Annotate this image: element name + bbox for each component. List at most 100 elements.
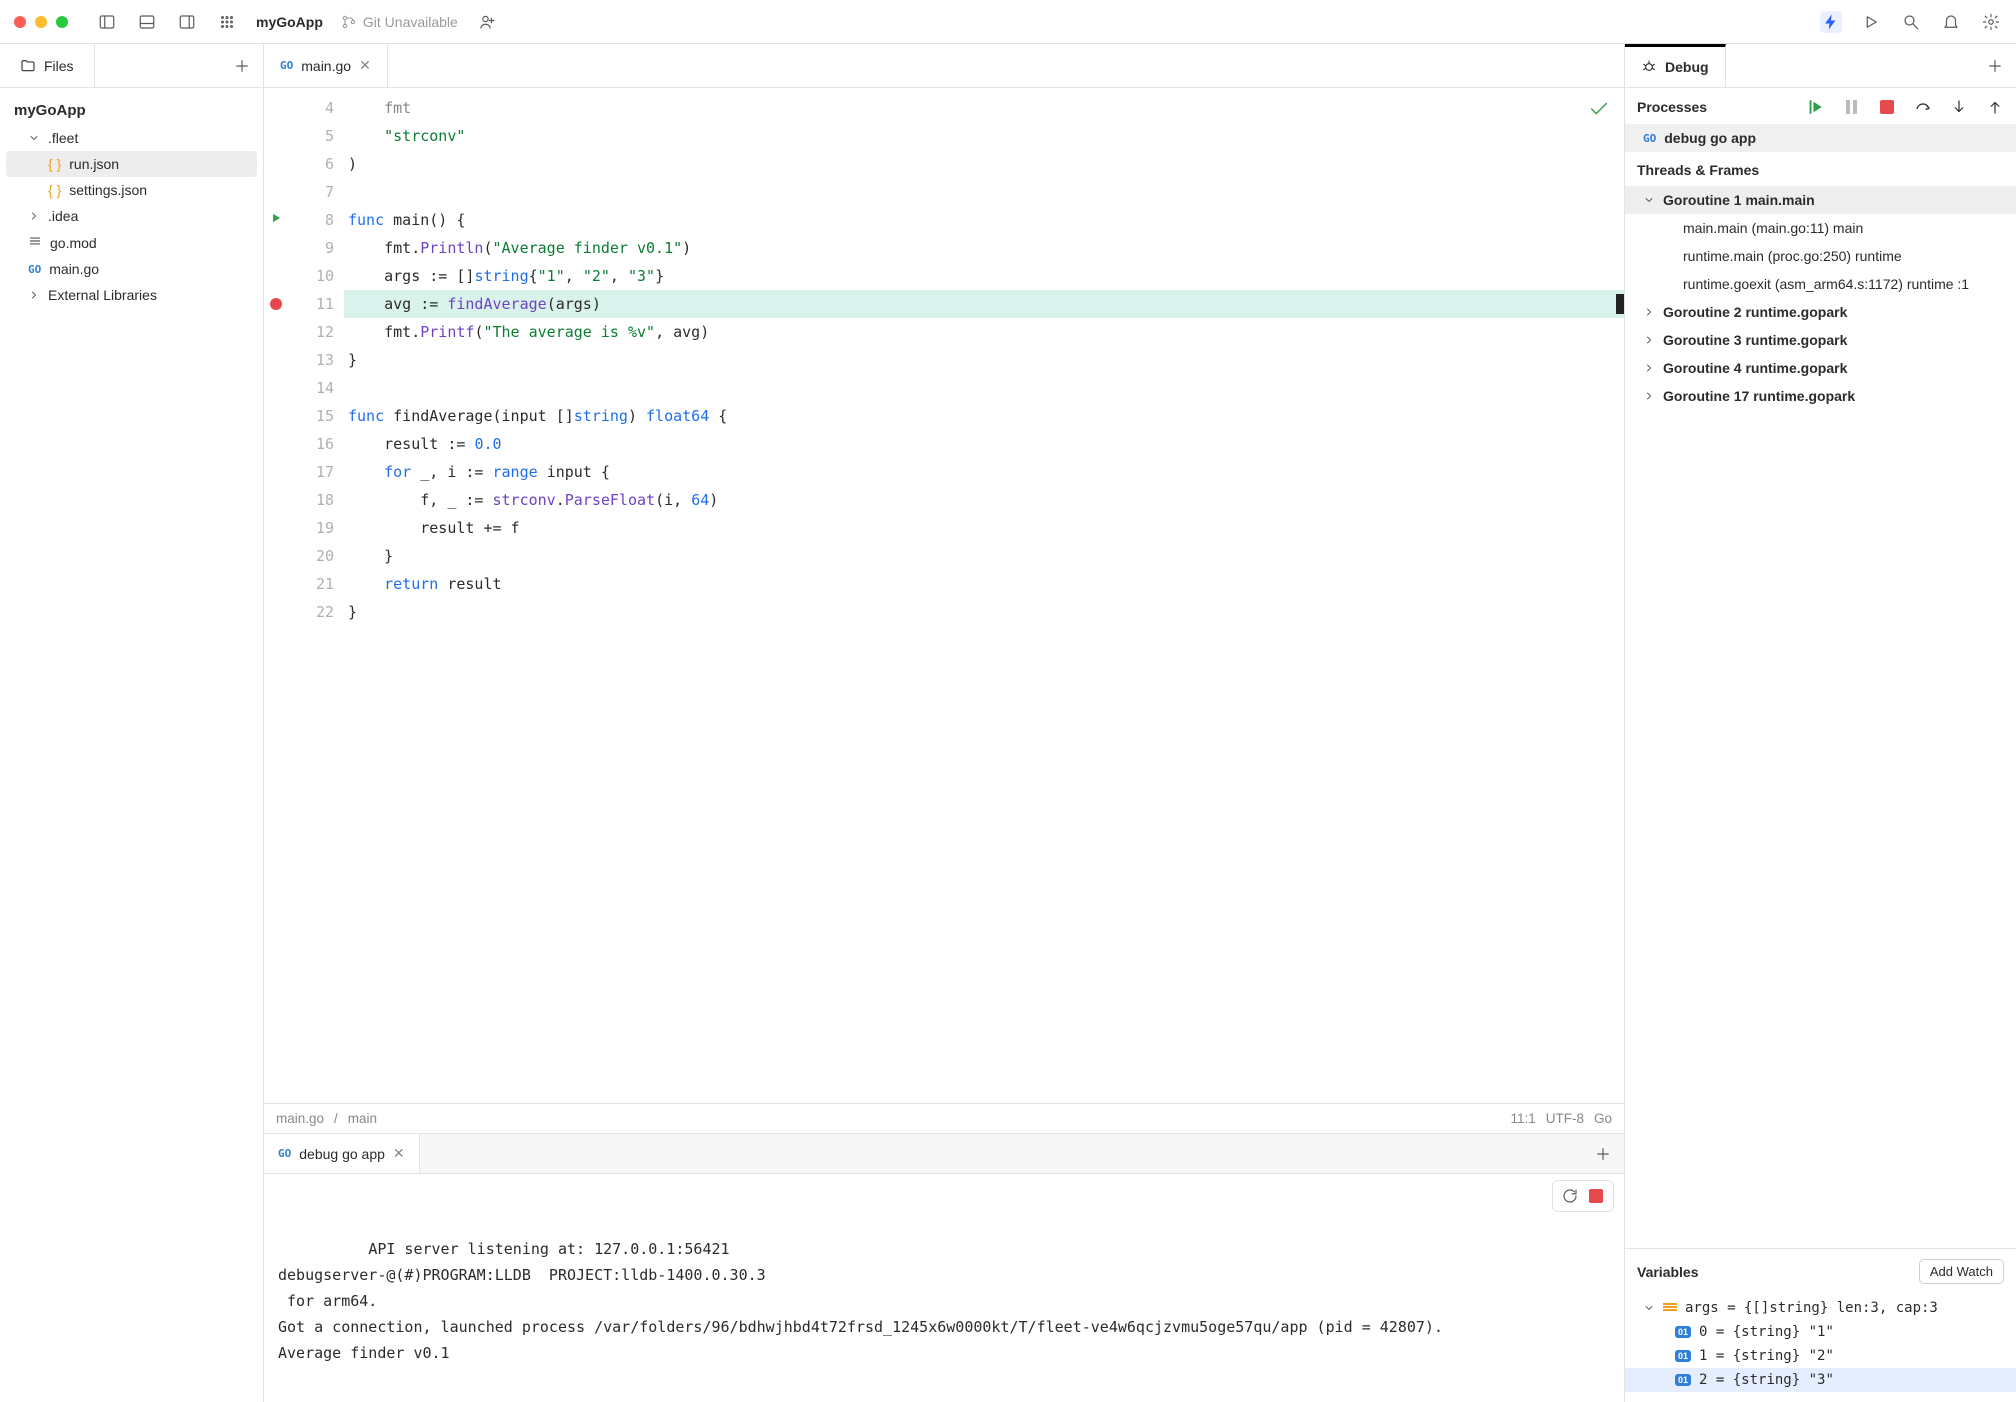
file-language[interactable]: Go (1594, 1111, 1612, 1126)
close-tab-icon[interactable]: ✕ (359, 57, 371, 74)
code-line-18[interactable]: f, _ := strconv.ParseFloat(i, 64) (344, 486, 1624, 514)
code-line-15[interactable]: func findAverage(input []string) float64… (344, 402, 1624, 430)
maximize-window-icon[interactable] (56, 16, 68, 28)
cursor-position[interactable]: 11:1 (1510, 1111, 1535, 1126)
code-line-17[interactable]: for _, i := range input { (344, 458, 1624, 486)
code-line-16[interactable]: result := 0.0 (344, 430, 1624, 458)
stack-frame[interactable]: runtime.goexit (asm_arm64.s:1172) runtim… (1625, 270, 2016, 298)
close-console-tab-icon[interactable]: ✕ (393, 1145, 405, 1162)
file-encoding[interactable]: UTF-8 (1546, 1111, 1584, 1126)
code-line-12[interactable]: fmt.Printf("The average is %v", avg) (344, 318, 1624, 346)
files-tab[interactable]: Files (0, 44, 95, 87)
code-line-10[interactable]: args := []string{"1", "2", "3"} (344, 262, 1624, 290)
goroutine-row[interactable]: Goroutine 17 runtime.gopark (1625, 382, 2016, 410)
breakpoint-icon[interactable] (270, 298, 282, 310)
chevron-down-icon (28, 132, 40, 144)
resume-icon[interactable] (1806, 98, 1824, 116)
add-tab-icon[interactable] (231, 55, 253, 77)
variable-item-0[interactable]: 010 = {string} "1" (1625, 1320, 2016, 1344)
stack-frame[interactable]: runtime.main (proc.go:250) runtime (1625, 242, 2016, 270)
step-over-icon[interactable] (1914, 98, 1932, 116)
chevron-down-icon (1643, 1302, 1655, 1314)
project-root[interactable]: myGoApp (6, 96, 257, 125)
add-debug-tab-icon[interactable] (1984, 55, 2006, 77)
breadcrumb-func[interactable]: main (348, 1111, 377, 1126)
string-type-icon: 01 (1675, 1326, 1691, 1338)
panel-bottom-icon[interactable] (136, 11, 158, 33)
console-tab-debug[interactable]: GO debug go app ✕ (264, 1134, 420, 1173)
chevron-right-icon (1643, 390, 1655, 402)
apps-grid-icon[interactable] (216, 11, 238, 33)
minimize-window-icon[interactable] (35, 16, 47, 28)
goroutine-row[interactable]: Goroutine 2 runtime.gopark (1625, 298, 2016, 326)
goroutine-row[interactable]: Goroutine 4 runtime.gopark (1625, 354, 2016, 382)
rerun-icon[interactable] (1559, 1185, 1581, 1207)
code-line-13[interactable]: } (344, 346, 1624, 374)
folder-icon (20, 58, 36, 74)
step-into-icon[interactable] (1950, 98, 1968, 116)
stop-icon[interactable] (1585, 1185, 1607, 1207)
add-console-tab-icon[interactable] (1592, 1143, 1614, 1165)
settings-icon[interactable] (1980, 11, 2002, 33)
chevron-right-icon (1643, 362, 1655, 374)
processes-heading: Processes (1637, 99, 1707, 115)
variables-heading: Variables (1637, 1264, 1699, 1280)
code-line-5[interactable]: "strconv" (344, 122, 1624, 150)
search-icon[interactable] (1900, 11, 1922, 33)
code-line-8[interactable]: func main() { (344, 206, 1624, 234)
tree-item-go-mod[interactable]: go.mod (6, 229, 257, 256)
pause-icon[interactable] (1842, 98, 1860, 116)
variable-item-2[interactable]: 012 = {string} "3" (1625, 1368, 2016, 1392)
add-watch-button[interactable]: Add Watch (1919, 1259, 2004, 1284)
git-status[interactable]: Git Unavailable (341, 14, 458, 30)
chevron-down-icon (1643, 194, 1655, 206)
code-line-21[interactable]: return result (344, 570, 1624, 598)
add-collaborator-icon[interactable] (476, 11, 498, 33)
go-process-icon: GO (1643, 132, 1656, 145)
editor-tab-main-go[interactable]: GO main.go ✕ (264, 44, 388, 87)
tree-item--idea[interactable]: .idea (6, 203, 257, 229)
run-gutter-icon[interactable] (269, 206, 283, 234)
code-line-19[interactable]: result += f (344, 514, 1624, 542)
notifications-icon[interactable] (1940, 11, 1962, 33)
variable-args[interactable]: args = {[]string} len:3, cap:3 (1625, 1296, 2016, 1320)
code-line-4[interactable]: fmt (344, 94, 1624, 122)
smart-mode-icon[interactable] (1820, 11, 1842, 33)
code-line-20[interactable]: } (344, 542, 1624, 570)
stack-frame[interactable]: main.main (main.go:11) main (1625, 214, 2016, 242)
breadcrumb-file[interactable]: main.go (276, 1111, 324, 1126)
console-output[interactable]: API server listening at: 127.0.0.1:56421… (264, 1174, 1624, 1402)
window-controls[interactable] (14, 16, 68, 28)
step-out-icon[interactable] (1986, 98, 2004, 116)
close-window-icon[interactable] (14, 16, 26, 28)
go-run-icon: GO (278, 1147, 291, 1160)
panel-right-icon[interactable] (176, 11, 198, 33)
panel-left-icon[interactable] (96, 11, 118, 33)
module-file-icon (28, 234, 42, 251)
go-file-icon: GO (28, 263, 41, 276)
code-editor[interactable]: 45678910111213141516171819202122 fmt "st… (264, 88, 1624, 1103)
tree-item-External-Libraries[interactable]: External Libraries (6, 282, 257, 308)
bug-icon (1641, 59, 1657, 75)
code-line-6[interactable]: ) (344, 150, 1624, 178)
tree-item--fleet[interactable]: .fleet (6, 125, 257, 151)
tree-item-settings-json[interactable]: { }settings.json (6, 177, 257, 203)
code-line-11[interactable]: avg := findAverage(args) (344, 290, 1624, 318)
debug-tab[interactable]: Debug (1625, 44, 1726, 87)
code-line-9[interactable]: fmt.Println("Average finder v0.1") (344, 234, 1624, 262)
go-file-icon: GO (280, 59, 293, 72)
stop-debug-icon[interactable] (1878, 98, 1896, 116)
code-line-7[interactable] (344, 178, 1624, 206)
run-icon[interactable] (1860, 11, 1882, 33)
chevron-right-icon (28, 289, 40, 301)
project-title: myGoApp (256, 14, 323, 30)
tree-item-run-json[interactable]: { }run.json (6, 151, 257, 177)
code-line-14[interactable] (344, 374, 1624, 402)
chevron-right-icon (1643, 334, 1655, 346)
tree-item-main-go[interactable]: GOmain.go (6, 256, 257, 282)
goroutine-main[interactable]: Goroutine 1 main.main (1625, 186, 2016, 214)
code-line-22[interactable]: } (344, 598, 1624, 626)
debug-process-row[interactable]: GO debug go app (1625, 124, 2016, 152)
goroutine-row[interactable]: Goroutine 3 runtime.gopark (1625, 326, 2016, 354)
variable-item-1[interactable]: 011 = {string} "2" (1625, 1344, 2016, 1368)
